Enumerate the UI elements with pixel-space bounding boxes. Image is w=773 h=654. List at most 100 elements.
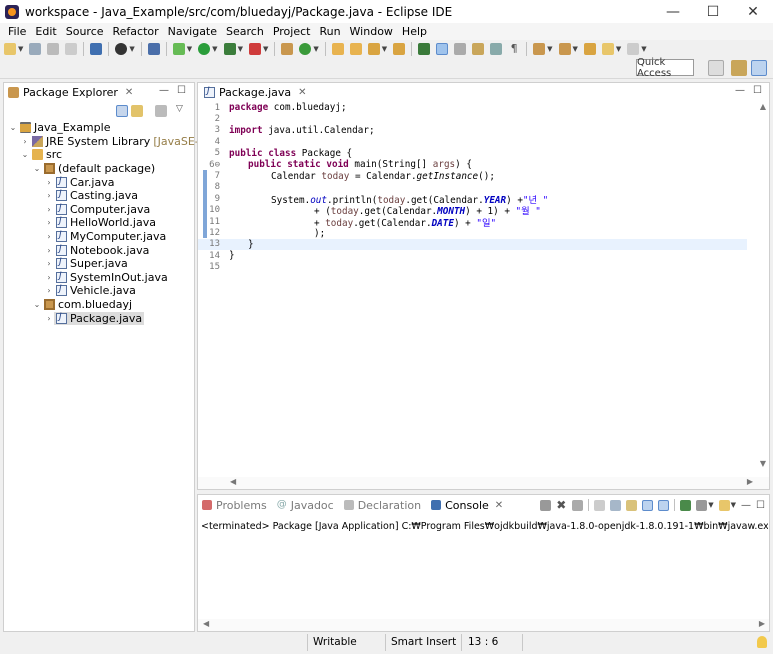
- toggle-annotation-icon[interactable]: [418, 43, 431, 55]
- new-class-icon[interactable]: [299, 43, 312, 55]
- menu-search[interactable]: Search: [222, 25, 268, 38]
- minimize-view-icon[interactable]: —: [159, 85, 169, 96]
- tab-package-explorer[interactable]: Package Explorer ✕ — ☐: [4, 83, 194, 101]
- tree-item-file[interactable]: › HelloWorld.java: [44, 216, 156, 230]
- external-tools-icon[interactable]: [248, 43, 261, 55]
- tree-item-project[interactable]: ⌄ Java_Example: [8, 121, 111, 135]
- paragraph-icon[interactable]: ¶: [508, 43, 520, 55]
- next-annotation-icon[interactable]: [533, 43, 546, 55]
- menu-navigate[interactable]: Navigate: [164, 25, 221, 38]
- tree-item-file[interactable]: › Vehicle.java: [44, 284, 136, 298]
- terminal-icon[interactable]: [90, 43, 103, 55]
- expand-twisty[interactable]: ›: [44, 205, 54, 214]
- word-wrap-icon[interactable]: [626, 499, 638, 511]
- new-package-icon[interactable]: [281, 43, 294, 55]
- display-console-icon[interactable]: [696, 499, 708, 511]
- maximize-view-icon[interactable]: ☐: [753, 85, 762, 96]
- pin-console-icon[interactable]: [680, 499, 692, 511]
- prev-annotation-icon[interactable]: [558, 43, 571, 55]
- tree-item-default-package[interactable]: ⌄ (default package): [32, 162, 156, 176]
- expand-twisty[interactable]: ›: [44, 246, 54, 255]
- save-icon[interactable]: [29, 43, 42, 55]
- menu-edit[interactable]: Edit: [31, 25, 60, 38]
- tree-item-file[interactable]: › Car.java: [44, 175, 114, 189]
- tab-declaration[interactable]: Declaration: [343, 499, 421, 512]
- filters-icon[interactable]: [155, 105, 167, 117]
- block-selection-icon[interactable]: [472, 43, 485, 55]
- close-icon[interactable]: ✕: [125, 87, 133, 98]
- tree-item-file-selected[interactable]: › Package.java: [44, 311, 145, 325]
- close-icon[interactable]: ✕: [495, 500, 503, 511]
- print-icon[interactable]: [65, 43, 78, 55]
- breadcrumb-toggle-icon[interactable]: [454, 43, 467, 55]
- scroll-left-icon[interactable]: ◀: [230, 477, 236, 486]
- minimize-view-icon[interactable]: —: [735, 85, 745, 96]
- scroll-right-icon[interactable]: ▶: [759, 619, 765, 628]
- tab-console[interactable]: Console ✕: [431, 499, 503, 512]
- remove-launch-icon[interactable]: ✖: [556, 499, 567, 511]
- open-type-icon[interactable]: [331, 43, 344, 55]
- expand-twisty[interactable]: ⌄: [20, 150, 30, 159]
- open-perspective-icon[interactable]: [708, 60, 724, 76]
- menu-file[interactable]: File: [4, 25, 30, 38]
- java-ee-perspective-icon[interactable]: [731, 60, 747, 76]
- expand-twisty[interactable]: ›: [44, 286, 54, 295]
- run-icon[interactable]: [198, 43, 211, 55]
- tree-item-package-bluedayj[interactable]: ⌄ com.bluedayj: [32, 298, 132, 312]
- forward-icon[interactable]: [627, 43, 640, 55]
- quick-access-field[interactable]: Quick Access: [636, 57, 694, 79]
- minimize-button[interactable]: —: [653, 0, 693, 23]
- minimize-view-icon[interactable]: —: [741, 500, 751, 511]
- tree-item-jre-library[interactable]: › JRE System Library [JavaSE-1.8]: [20, 135, 220, 149]
- scroll-down-icon[interactable]: ▼: [760, 459, 766, 468]
- tree-item-file[interactable]: › Super.java: [44, 257, 127, 271]
- tab-package-java[interactable]: Package.java ✕ — ☐: [198, 83, 769, 101]
- tree-item-file[interactable]: › Computer.java: [44, 203, 150, 217]
- maximize-view-icon[interactable]: ☐: [756, 500, 765, 511]
- new-icon[interactable]: [4, 43, 16, 55]
- mark-occurrences-icon[interactable]: [436, 43, 449, 55]
- open-console-icon[interactable]: [718, 499, 730, 511]
- tab-problems[interactable]: Problems: [202, 499, 267, 512]
- expand-twisty[interactable]: ⌄: [32, 300, 42, 309]
- tab-javadoc[interactable]: @ Javadoc: [277, 499, 334, 512]
- tree-item-file[interactable]: › Casting.java: [44, 189, 138, 203]
- terminate-icon[interactable]: [540, 499, 552, 511]
- maximize-button[interactable]: ☐: [693, 0, 733, 23]
- maximize-view-icon[interactable]: ☐: [177, 85, 186, 96]
- tree-item-file[interactable]: › SystemInOut.java: [44, 271, 167, 285]
- debug-icon[interactable]: [172, 43, 185, 55]
- horizontal-scrollbar[interactable]: ◀ ▶: [198, 619, 769, 631]
- expand-twisty[interactable]: ›: [44, 191, 54, 200]
- open-task-icon[interactable]: [393, 43, 406, 55]
- expand-twisty[interactable]: ›: [44, 314, 54, 323]
- expand-twisty[interactable]: ›: [44, 273, 54, 282]
- java-perspective-icon[interactable]: [751, 60, 767, 76]
- view-menu-icon[interactable]: ▽: [176, 104, 183, 114]
- skip-breakpoints-icon[interactable]: [147, 43, 160, 55]
- close-icon[interactable]: ✕: [298, 87, 306, 98]
- save-all-icon[interactable]: [47, 43, 60, 55]
- expand-twisty[interactable]: ›: [44, 259, 54, 268]
- code-editor[interactable]: 1 package com.bluedayj; 2 3 import java.…: [198, 102, 769, 472]
- scroll-lock-icon[interactable]: [610, 499, 622, 511]
- clear-console-icon[interactable]: [594, 499, 606, 511]
- menu-refactor[interactable]: Refactor: [109, 25, 163, 38]
- expand-twisty[interactable]: ⌄: [32, 164, 42, 173]
- coverage-icon[interactable]: [223, 43, 236, 55]
- open-folder-icon[interactable]: [349, 43, 362, 55]
- scroll-right-icon[interactable]: ▶: [747, 477, 753, 486]
- show-on-stderr-icon[interactable]: [658, 499, 670, 511]
- horizontal-scrollbar[interactable]: ◀ ▶: [198, 477, 769, 489]
- user-icon[interactable]: [115, 43, 128, 55]
- menu-window[interactable]: Window: [346, 25, 397, 38]
- scroll-left-icon[interactable]: ◀: [203, 619, 209, 628]
- remove-all-icon[interactable]: [572, 499, 584, 511]
- search-icon[interactable]: [367, 43, 380, 55]
- menu-source[interactable]: Source: [62, 25, 108, 38]
- expand-twisty[interactable]: ›: [20, 137, 30, 146]
- collapse-all-icon[interactable]: [116, 105, 128, 117]
- scroll-up-icon[interactable]: ▲: [760, 102, 766, 111]
- menu-run[interactable]: Run: [315, 25, 344, 38]
- last-edit-icon[interactable]: [583, 43, 596, 55]
